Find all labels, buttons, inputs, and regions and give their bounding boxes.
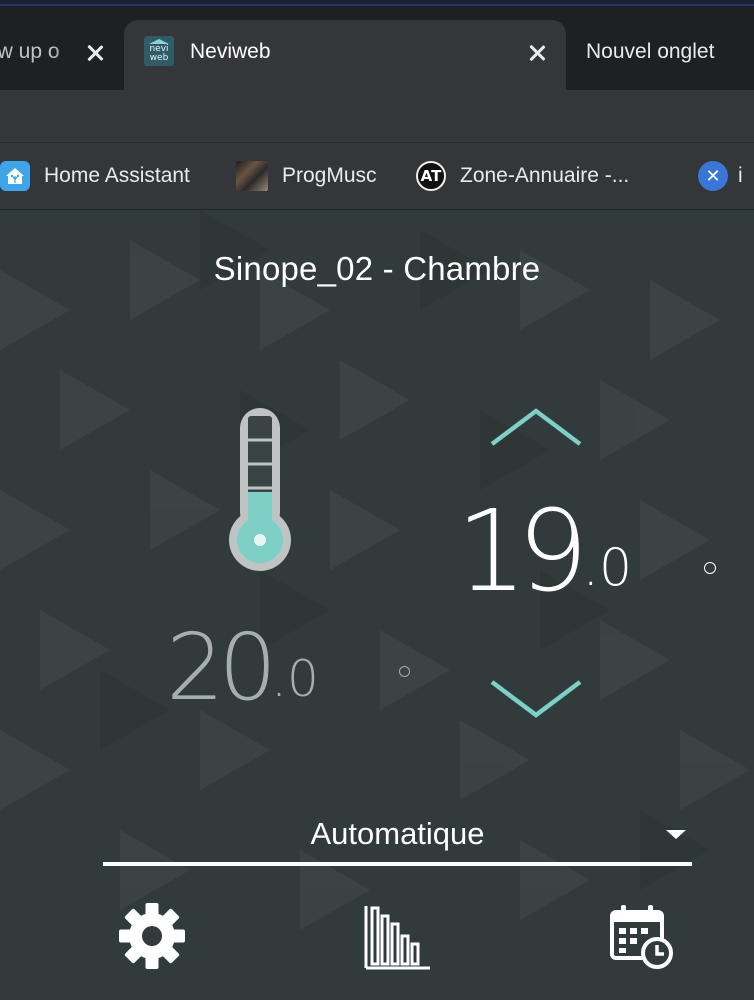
close-icon[interactable]: [526, 42, 548, 64]
degree-icon: [399, 666, 411, 677]
tab-label: ow up o: [0, 40, 60, 63]
background-pattern: [0, 210, 750, 930]
home-assistant-icon: [0, 161, 30, 191]
current-temperature-decimal: .0: [271, 650, 411, 708]
tab-label: Nouvel onglet: [586, 40, 715, 63]
decrease-setpoint-button[interactable]: [488, 676, 584, 720]
schedule-button[interactable]: [608, 902, 678, 972]
thermometer-icon: [229, 408, 291, 571]
setpoint-integer: 19: [456, 487, 588, 617]
tab-neviweb[interactable]: nevi web Neviweb: [124, 20, 566, 90]
bar-chart-icon: [364, 906, 430, 970]
bookmark-label: Zone-Annuaire -...: [460, 164, 630, 187]
bookmarks-bar: Home Assistant ProgMusc AT Zone-Annuaire…: [0, 142, 754, 211]
address-bar[interactable]: [0, 90, 754, 142]
bookmark-zone-annuaire[interactable]: AT Zone-Annuaire -...: [416, 159, 629, 193]
close-icon[interactable]: [84, 42, 106, 64]
device-title: Sinope_02 - Chambre: [213, 250, 541, 287]
tab-new-tab[interactable]: Nouvel onglet: [570, 20, 754, 90]
mode-value: Automatique: [310, 816, 485, 851]
chevron-down-icon: [490, 680, 582, 718]
bookmark-label: i: [738, 164, 743, 187]
tab-previous[interactable]: ow up o: [0, 20, 122, 90]
settings-button[interactable]: [118, 902, 186, 970]
chevron-up-icon: [490, 408, 582, 446]
progmusc-icon: [236, 161, 268, 191]
bookmark-label: Home Assistant: [44, 164, 190, 187]
increase-setpoint-button[interactable]: [488, 406, 584, 450]
gear-icon: [119, 903, 185, 969]
bookmark-home-assistant[interactable]: Home Assistant: [0, 159, 190, 193]
setpoint-decimal: .0: [583, 538, 716, 598]
zone-annuaire-icon: AT: [416, 161, 446, 191]
dropdown-arrow-icon: [666, 830, 686, 839]
current-temperature-integer: 20: [166, 614, 277, 721]
bookmark-label: ProgMusc: [282, 164, 377, 187]
thermostat-panel: Sinope_02 - Chambre 20.0 19.0 Automatiqu…: [0, 210, 754, 1000]
current-temperature: 20.0: [166, 614, 411, 721]
degree-icon: [703, 562, 716, 574]
calendar-clock-icon: [610, 905, 673, 969]
x-circle-icon: ✕: [698, 161, 728, 191]
tab-bar: ow up o nevi web Neviweb Nouvel onglet: [0, 6, 754, 90]
statistics-button[interactable]: [364, 902, 434, 972]
mode-select[interactable]: Automatique: [103, 814, 692, 866]
neviweb-icon: nevi web: [144, 36, 174, 66]
tab-label: Neviweb: [190, 40, 271, 63]
bookmark-truncated[interactable]: ✕ i: [698, 159, 743, 193]
bookmark-progmusc[interactable]: ProgMusc: [236, 159, 377, 193]
setpoint-temperature: 19.0: [456, 487, 716, 617]
